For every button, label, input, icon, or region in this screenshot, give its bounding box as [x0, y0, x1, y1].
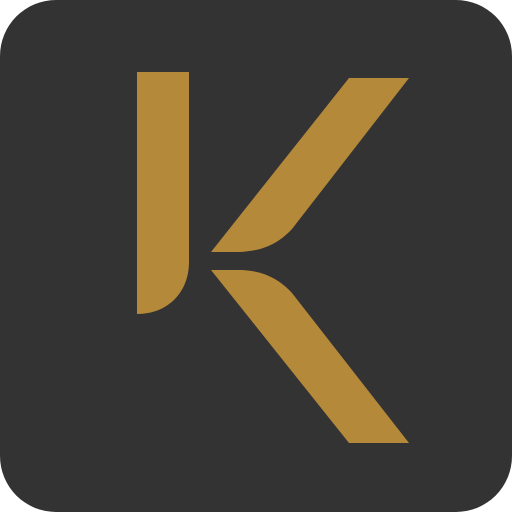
icon-background — [0, 0, 512, 512]
logo-stem — [137, 72, 189, 314]
app-icon[interactable] — [0, 0, 512, 512]
k-logo-icon — [0, 0, 512, 512]
